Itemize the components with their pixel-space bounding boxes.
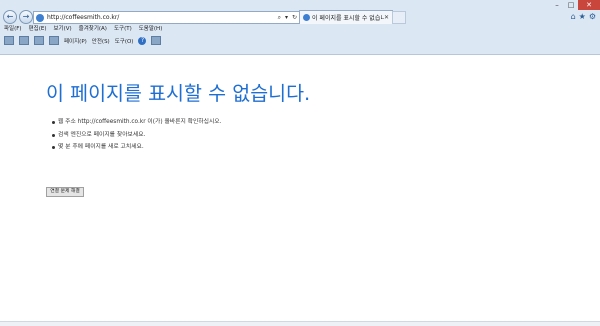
fix-connection-button[interactable]: 연결 문제 해결: [46, 187, 84, 197]
list-item: 몇 분 후에 페이지를 새로 고치세요.: [52, 144, 316, 151]
toolbar-safety-menu[interactable]: 안전(S): [92, 37, 110, 45]
help-icon[interactable]: ?: [138, 36, 147, 45]
tab-title: 이 페이지를 표시할 수 없습니다: [312, 15, 384, 22]
browser-right-icons: ⌂ ★ ⚙: [571, 12, 596, 21]
mail-icon[interactable]: [34, 36, 44, 45]
ie-page-icon: [36, 13, 44, 22]
toolbar-tools-menu[interactable]: 도구(O): [115, 37, 134, 45]
tab-current[interactable]: 이 페이지를 표시할 수 없습니다 ✕: [299, 10, 393, 24]
feeds-icon[interactable]: [19, 36, 29, 45]
command-bar: 페이지(P) 안전(S) 도구(O) ?: [4, 36, 162, 45]
back-icon[interactable]: ←: [3, 10, 17, 24]
close-tab-icon[interactable]: ✕: [384, 14, 392, 21]
home-icon[interactable]: ⌂: [571, 12, 576, 21]
dropdown-icon[interactable]: ▾: [283, 14, 290, 21]
status-bar: [0, 321, 600, 326]
favorites-star-icon[interactable]: ★: [579, 12, 586, 21]
menu-file[interactable]: 파일(F): [4, 24, 22, 32]
menu-edit[interactable]: 편집(E): [29, 24, 47, 32]
page-title: 이 페이지를 표시할 수 없습니다.: [46, 82, 311, 105]
window-controls: – □ ✕: [550, 0, 600, 10]
tab-page-icon: [303, 14, 310, 21]
browser-chrome: – □ ✕ ← → http://coffeesmith.co.kr/ ⌕ ▾ …: [0, 0, 600, 55]
address-bar[interactable]: http://coffeesmith.co.kr/ ⌕ ▾ ↻: [33, 11, 300, 24]
list-item: 검색 엔진으로 페이지를 찾아보세요.: [52, 132, 316, 139]
close-window-button[interactable]: ✕: [578, 0, 600, 10]
maximize-button[interactable]: □: [564, 0, 578, 10]
search-icon[interactable]: ⌕: [276, 14, 283, 22]
minimize-button[interactable]: –: [550, 0, 564, 10]
new-tab-button[interactable]: [392, 11, 406, 24]
forward-icon[interactable]: →: [19, 10, 33, 24]
research-icon[interactable]: [151, 36, 162, 45]
menu-view[interactable]: 보기(V): [53, 24, 71, 32]
error-page: 이 페이지를 표시할 수 없습니다. 웹 주소 http://coffeesmi…: [46, 80, 316, 197]
print-icon[interactable]: [49, 36, 59, 45]
menu-tools[interactable]: 도구(T): [114, 24, 132, 32]
nav-buttons: ← →: [3, 10, 33, 24]
toolbar-page-menu[interactable]: 페이지(P): [64, 37, 87, 45]
menu-favorites[interactable]: 즐겨찾기(A): [79, 24, 107, 32]
address-url[interactable]: http://coffeesmith.co.kr/: [47, 14, 276, 21]
menu-help[interactable]: 도움말(H): [139, 24, 163, 32]
menu-bar: 파일(F) 편집(E) 보기(V) 즐겨찾기(A) 도구(T) 도움말(H): [4, 24, 162, 32]
refresh-icon[interactable]: ↻: [290, 14, 299, 21]
home-page-icon[interactable]: [4, 36, 14, 45]
gear-icon[interactable]: ⚙: [589, 12, 596, 21]
list-item: 웹 주소 http://coffeesmith.co.kr 이(가) 올바른지 …: [52, 119, 316, 126]
suggestion-list: 웹 주소 http://coffeesmith.co.kr 이(가) 올바른지 …: [46, 119, 316, 151]
